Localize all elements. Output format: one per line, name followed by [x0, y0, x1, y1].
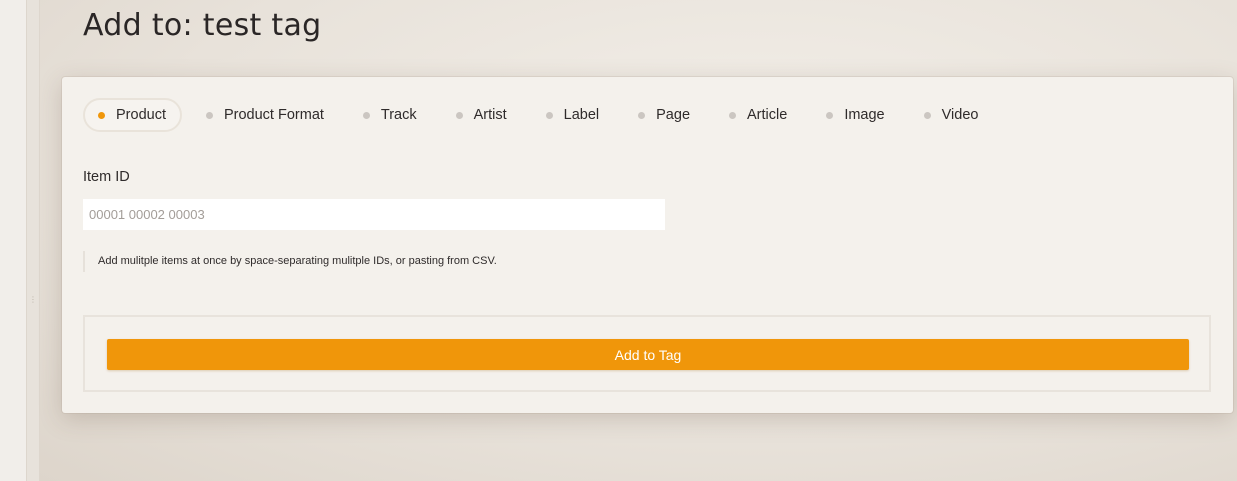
item-id-input[interactable]	[83, 199, 665, 230]
tab-label: Product Format	[223, 107, 324, 123]
app-frame: ⋮ Add to: test tag Product Product Forma…	[0, 0, 1237, 481]
tab-label: Image	[844, 107, 885, 123]
radio-dot-icon	[205, 111, 213, 119]
tab-artist[interactable]: Artist	[441, 98, 522, 132]
radio-dot-icon	[455, 111, 463, 119]
item-id-label: Item ID	[83, 169, 130, 185]
tab-label: Video	[941, 107, 979, 123]
tab-video[interactable]: Video	[909, 98, 994, 132]
tab-label[interactable]: Label	[531, 98, 614, 132]
tab-label: Page	[656, 107, 691, 123]
tab-page[interactable]: Page	[623, 98, 705, 132]
tab-product-format[interactable]: Product Format	[191, 98, 339, 132]
radio-dot-icon	[729, 111, 737, 119]
item-type-tabs: Product Product Format Track Artist Labe…	[83, 98, 1002, 132]
tab-product[interactable]: Product	[83, 98, 182, 132]
tab-label: Product	[116, 107, 166, 123]
tab-label-text: Label	[563, 107, 600, 123]
add-to-tag-card: Product Product Format Track Artist Labe…	[62, 77, 1233, 413]
radio-dot-icon	[923, 111, 931, 119]
page-title: Add to: test tag	[83, 8, 322, 43]
item-id-help-text: Add mulitple items at once by space-sepa…	[83, 251, 497, 272]
left-gutter	[0, 0, 26, 481]
tab-article[interactable]: Article	[714, 98, 802, 132]
radio-dot-icon	[98, 111, 105, 119]
tab-label: Track	[380, 107, 417, 123]
tab-image[interactable]: Image	[811, 98, 899, 132]
tab-label: Artist	[473, 107, 507, 123]
grip-icon[interactable]: ⋮	[29, 296, 37, 310]
radio-dot-icon	[545, 111, 553, 119]
resize-handle[interactable]	[26, 0, 40, 481]
submit-panel: Add to Tag	[83, 315, 1211, 392]
radio-dot-icon	[638, 111, 646, 119]
tab-track[interactable]: Track	[348, 98, 432, 132]
radio-dot-icon	[826, 111, 834, 119]
radio-dot-icon	[362, 111, 370, 119]
add-to-tag-button[interactable]: Add to Tag	[107, 339, 1189, 370]
tab-label: Article	[747, 107, 788, 123]
